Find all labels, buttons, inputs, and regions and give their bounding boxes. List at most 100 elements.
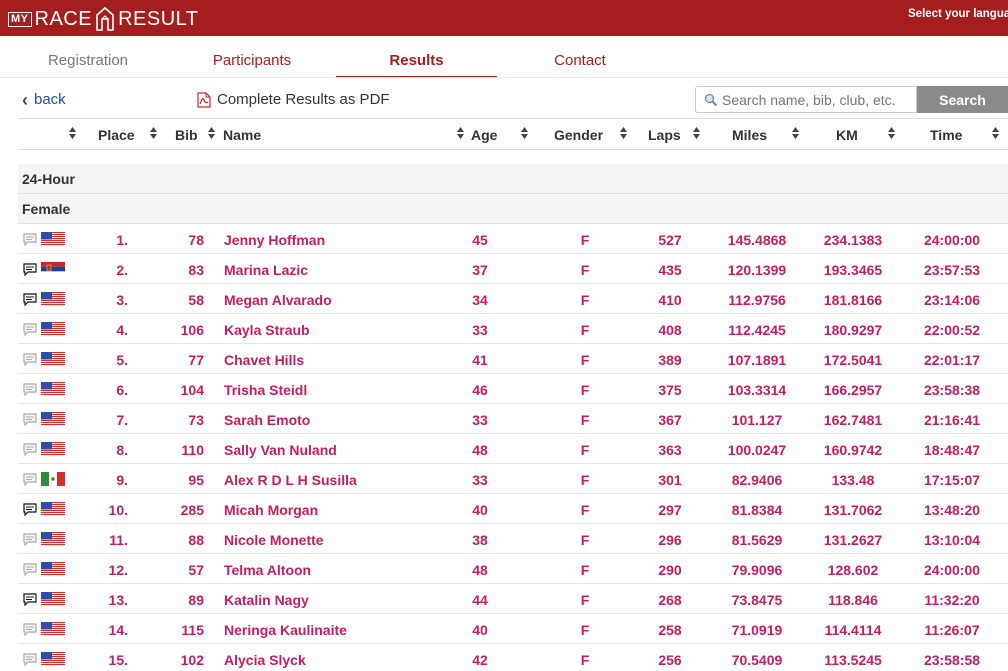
comment-icon[interactable] (23, 383, 37, 397)
column-header-bib[interactable]: Bib (175, 127, 198, 143)
comment-icon[interactable] (23, 623, 37, 637)
cell-name[interactable]: Neringa Kaulinaite (224, 622, 454, 638)
table-row[interactable]: 5. 77 Chavet Hills 41 F 389 107.1891 172.5041 22… (18, 344, 1008, 374)
tab-participants[interactable]: Participants (172, 52, 332, 78)
sort-icon[interactable] (620, 127, 627, 139)
cell-age: 33 (472, 412, 488, 428)
table-row[interactable]: 15. 102 Alycia Slyck 42 F 256 70.5409 113.5245 2… (18, 644, 1008, 671)
back-link[interactable]: ‹ back (22, 91, 66, 109)
cell-age: 34 (472, 292, 488, 308)
sort-icon[interactable] (693, 127, 700, 139)
cell-age: 33 (472, 472, 488, 488)
cell-name[interactable]: Megan Alvarado (224, 292, 454, 308)
comment-icon[interactable] (23, 323, 37, 337)
search-field[interactable] (695, 86, 917, 113)
comment-icon[interactable] (23, 503, 37, 517)
cell-name[interactable]: Marina Lazic (224, 262, 454, 278)
table-row[interactable]: 8. 110 Sally Van Nuland 48 F 363 100.0247 160.9… (18, 434, 1008, 464)
pdf-label: Complete Results as PDF (217, 91, 390, 108)
cell-name[interactable]: Alex R D L H Susilla (224, 472, 454, 488)
flag-us-icon (41, 652, 65, 666)
cell-name[interactable]: Kayla Straub (224, 322, 454, 338)
cell-laps: 363 (658, 442, 682, 458)
cell-name[interactable]: Chavet Hills (224, 352, 454, 368)
cell-place: 7. (116, 412, 128, 428)
flag-us-icon (41, 412, 65, 426)
column-header-gender[interactable]: Gender (554, 127, 603, 143)
table-row[interactable]: 9. 95 Alex R D L H Susilla 33 F 301 82.9406 133… (18, 464, 1008, 494)
column-header-laps[interactable]: Laps (648, 127, 681, 143)
search-input[interactable] (722, 91, 912, 108)
column-header-km[interactable]: KM (836, 127, 858, 143)
comment-icon[interactable] (23, 473, 37, 487)
comment-icon[interactable] (23, 653, 37, 667)
language-select[interactable]: Select your language (908, 8, 1008, 20)
cell-name[interactable]: Trisha Steidl (224, 382, 454, 398)
cell-gender: F (580, 352, 590, 368)
column-header-place[interactable]: Place (98, 127, 135, 143)
table-row[interactable]: 2. 83 Marina Lazic 37 F 435 120.1399 193.3465 23… (18, 254, 1008, 284)
comment-icon[interactable] (23, 413, 37, 427)
cell-bib: 57 (188, 562, 204, 578)
cell-name[interactable]: Sally Van Nuland (224, 442, 454, 458)
cell-name[interactable]: Jenny Hoffman (224, 232, 454, 248)
cell-name[interactable]: Sarah Emoto (224, 412, 454, 428)
brand-logo[interactable]: MY RACE RESULT (8, 6, 199, 32)
cell-bib: 285 (180, 502, 204, 518)
pdf-download-link[interactable]: Complete Results as PDF (197, 91, 390, 108)
sort-icon[interactable] (457, 127, 464, 139)
cell-laps: 268 (658, 592, 682, 608)
table-row[interactable]: 1. 78 Jenny Hoffman 45 F 527 145.4868 234.1383 2… (18, 224, 1008, 254)
cell-name[interactable]: Micah Morgan (224, 502, 454, 518)
cell-bib: 78 (188, 232, 204, 248)
cell-time: 24:00:00 (923, 562, 981, 578)
cell-place: 9. (116, 472, 128, 488)
cell-laps: 297 (658, 502, 682, 518)
cell-age: 33 (472, 322, 488, 338)
cell-km: 128.602 (827, 562, 879, 578)
cell-gender: F (580, 412, 590, 428)
comment-icon[interactable] (23, 233, 37, 247)
table-row[interactable]: 3. 58 Megan Alvarado 34 F 410 112.9756 181.8166… (18, 284, 1008, 314)
comment-icon[interactable] (23, 293, 37, 307)
comment-icon[interactable] (23, 593, 37, 607)
cell-time: 22:01:17 (923, 352, 981, 368)
table-row[interactable]: 7. 73 Sarah Emoto 33 F 367 101.127 162.7481 21:1… (18, 404, 1008, 434)
sort-icon[interactable] (208, 127, 215, 139)
column-header-miles[interactable]: Miles (732, 127, 767, 143)
comment-icon[interactable] (23, 263, 37, 277)
table-row[interactable]: 4. 106 Kayla Straub 33 F 408 112.4245 180.9297 2… (18, 314, 1008, 344)
flag-us-icon (41, 232, 65, 246)
column-header-time[interactable]: Time (930, 127, 962, 143)
sort-icon[interactable] (69, 127, 76, 139)
table-row[interactable]: 10. 285 Micah Morgan 40 F 297 81.8384 131.7062 1… (18, 494, 1008, 524)
table-row[interactable]: 13. 89 Katalin Nagy 44 F 268 73.8475 118.846 11:… (18, 584, 1008, 614)
tab-results[interactable]: Results (336, 52, 497, 78)
sort-icon[interactable] (992, 127, 999, 139)
column-header-age[interactable]: Age (471, 127, 497, 143)
cell-gender: F (580, 382, 590, 398)
cell-name[interactable]: Katalin Nagy (224, 592, 454, 608)
cell-name[interactable]: Alycia Slyck (224, 652, 454, 668)
comment-icon[interactable] (23, 533, 37, 547)
tab-contact[interactable]: Contact (500, 52, 660, 78)
sort-icon[interactable] (888, 127, 895, 139)
column-header-name[interactable]: Name (223, 127, 261, 143)
comment-icon[interactable] (23, 353, 37, 367)
sort-icon[interactable] (792, 127, 799, 139)
cell-bib: 102 (180, 652, 204, 668)
search-button[interactable]: Search (917, 86, 1008, 113)
cell-time: 18:48:47 (923, 442, 981, 458)
comment-icon[interactable] (23, 443, 37, 457)
table-row[interactable]: 12. 57 Telma Altoon 48 F 290 79.9096 128.602 24:… (18, 554, 1008, 584)
table-row[interactable]: 14. 115 Neringa Kaulinaite 40 F 258 71.0919 114… (18, 614, 1008, 644)
cell-laps: 435 (658, 262, 682, 278)
cell-name[interactable]: Telma Altoon (224, 562, 454, 578)
cell-name[interactable]: Nicole Monette (224, 532, 454, 548)
table-row[interactable]: 6. 104 Trisha Steidl 46 F 375 103.3314 166.2957… (18, 374, 1008, 404)
sort-icon[interactable] (150, 127, 157, 139)
tab-registration[interactable]: Registration (8, 52, 168, 78)
comment-icon[interactable] (23, 563, 37, 577)
sort-icon[interactable] (521, 127, 528, 139)
table-row[interactable]: 11. 88 Nicole Monette 38 F 296 81.5629 131.2627… (18, 524, 1008, 554)
